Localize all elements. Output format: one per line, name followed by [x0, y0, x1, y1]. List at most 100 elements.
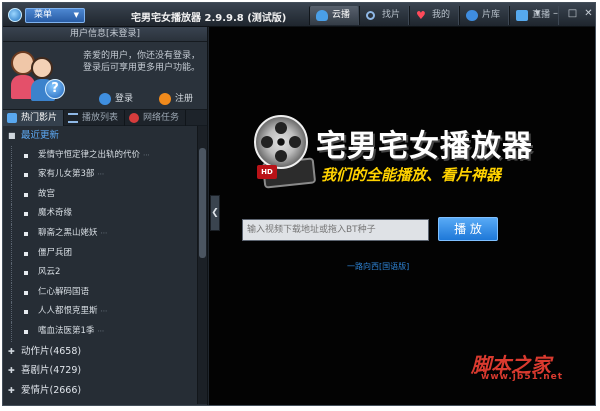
- tree-item[interactable]: 仁心解码国语: [11, 282, 207, 303]
- minimize-icon: –: [553, 8, 558, 19]
- bullet-icon: [24, 212, 28, 217]
- login-icon: [99, 93, 111, 105]
- bullet-icon: [24, 231, 28, 236]
- tree-item[interactable]: 人人都恨克里斯 ⋯: [11, 302, 207, 322]
- maximize-icon: □: [567, 8, 578, 19]
- left-panel: 用户信息[未登录] ? 亲爱的用户，你还没有登录，登录后可享用更多用户功能。 登…: [3, 27, 208, 405]
- scrollbar-thumb[interactable]: [199, 148, 206, 258]
- login-prompt: 亲爱的用户，你还没有登录，登录后可享用更多用户功能。: [83, 51, 201, 73]
- login-button[interactable]: 登录: [99, 92, 133, 106]
- bullet-icon: [24, 251, 28, 256]
- maximize-button[interactable]: □: [566, 8, 579, 21]
- film-reel-icon: [254, 115, 308, 169]
- search-icon: [366, 11, 376, 20]
- title-bar: 菜单 ▼ 宅男宅女播放器 2.9.9.8 (测试版) 云播 找片 ♥ 我的 片库: [3, 3, 595, 27]
- film-icon: [7, 113, 17, 123]
- tree-category-romance[interactable]: ✚ 爱情片(2666): [3, 381, 207, 401]
- bullet-icon: [24, 173, 28, 178]
- tree-item[interactable]: 魔术奇缘: [11, 204, 207, 224]
- left-tabs: 热门影片 播放列表 网络任务: [3, 110, 207, 126]
- item-more: ⋯: [97, 326, 105, 335]
- film-icon: [466, 10, 479, 21]
- watermark-url: www.jb51.net: [481, 372, 564, 382]
- app-logo-icon: [8, 8, 22, 22]
- tab-label: 热门影片: [21, 113, 58, 123]
- item-label: 僵尸兵团: [38, 247, 73, 258]
- app-title: 宅男宅女播放器 2.9.9.8 (测试版): [131, 13, 287, 24]
- tree-scrollbar[interactable]: [197, 126, 207, 404]
- bullet-icon: [24, 192, 28, 197]
- top-nav: 云播 找片 ♥ 我的 片库 直播: [309, 6, 560, 25]
- bullet-icon: [24, 153, 28, 158]
- item-label: 魔术奇缘: [38, 208, 73, 219]
- chevron-down-icon: ▼: [73, 11, 79, 19]
- menu-button[interactable]: 菜单 ▼: [8, 8, 85, 23]
- close-button[interactable]: ✕: [582, 8, 595, 21]
- sample-video-link[interactable]: 一路向西[国语版]: [347, 261, 409, 272]
- bullet-icon: [24, 271, 28, 276]
- collapse-panel-button[interactable]: ❮: [210, 195, 220, 231]
- login-label: 登录: [115, 94, 134, 104]
- tab-label: 云播: [332, 10, 351, 20]
- tab-hot-movies[interactable]: 热门影片: [3, 110, 65, 126]
- avatar: ?: [11, 49, 69, 105]
- player-area: HD 宅男宅女播放器 我们的全能播放、看片神器 播 放 一路向西[国语版] 脚本…: [209, 27, 595, 405]
- expand-icon[interactable]: ✚: [8, 342, 15, 362]
- tab-playlist[interactable]: 播放列表: [64, 110, 126, 126]
- bullet-icon: [24, 329, 28, 334]
- tab-find-movie[interactable]: 找片: [359, 6, 410, 25]
- movie-tree: ■ 最近更新 爱情守恒定律之出轨的代价 ⋯ 家有儿女第3部 ⋯ 故宫 魔术奇缘 聊斋…: [3, 126, 207, 404]
- tree-item[interactable]: 爱情守恒定律之出轨的代价 ⋯: [11, 145, 207, 166]
- tab-mine[interactable]: ♥ 我的: [409, 6, 460, 25]
- app-window: 菜单 ▼ 宅男宅女播放器 2.9.9.8 (测试版) 云播 找片 ♥ 我的 片库: [2, 2, 596, 406]
- tree-item[interactable]: 家有儿女第3部 ⋯: [11, 165, 207, 185]
- menu-label: 菜单: [34, 10, 53, 20]
- cloud-icon: [316, 10, 328, 21]
- tree-category-action[interactable]: ✚ 动作片(4658): [3, 342, 207, 362]
- tab-network-tasks[interactable]: 网络任务: [125, 110, 187, 126]
- item-label: 爱情守恒定律之出轨的代价: [38, 149, 141, 160]
- avatar-boy-head: [31, 57, 53, 79]
- tree-category-comedy[interactable]: ✚ 喜剧片(4729): [3, 361, 207, 381]
- tab-cloud-play[interactable]: 云播: [309, 6, 360, 25]
- tree-item[interactable]: 风云2: [11, 263, 207, 283]
- item-label: 故宫: [38, 188, 56, 199]
- item-more: ⋯: [100, 228, 108, 237]
- tree-category-recent[interactable]: ■ 最近更新: [3, 126, 207, 146]
- user-info-header: 用户信息[未登录]: [3, 27, 207, 42]
- register-button[interactable]: 注册: [159, 92, 193, 106]
- item-more: ⋯: [143, 150, 151, 159]
- list-icon: [68, 113, 79, 123]
- brand-slogan: 我们的全能播放、看片神器: [321, 166, 502, 184]
- help-icon[interactable]: ?: [45, 79, 65, 99]
- tree-item[interactable]: 嗜血法医第1季 ⋯: [11, 321, 207, 342]
- bullet-icon: [24, 290, 28, 295]
- tab-library[interactable]: 片库: [459, 6, 510, 25]
- item-more: ⋯: [100, 307, 108, 316]
- heart-icon: ♥: [416, 9, 426, 22]
- tv-icon: [516, 10, 529, 21]
- item-label: 风云2: [38, 267, 61, 278]
- tab-label: 我的: [432, 10, 451, 20]
- expand-icon[interactable]: ✚: [8, 361, 15, 381]
- video-url-input[interactable]: [242, 219, 429, 241]
- hd-badge: HD: [257, 165, 277, 179]
- tab-label: 找片: [382, 10, 401, 20]
- register-icon: [159, 93, 171, 105]
- tab-label: 网络任务: [143, 113, 180, 123]
- tree-item[interactable]: 故宫: [11, 184, 207, 205]
- minimize-button[interactable]: –: [549, 8, 562, 21]
- play-button[interactable]: 播 放: [438, 217, 498, 241]
- chevron-left-icon: ❮: [211, 208, 219, 218]
- tree-item[interactable]: 聊斋之黑山姥妖 ⋯: [11, 223, 207, 244]
- tab-label: 片库: [482, 10, 501, 20]
- tree-item[interactable]: 僵尸兵团: [11, 243, 207, 264]
- collapse-icon[interactable]: ■: [8, 126, 16, 146]
- download-icon: [129, 113, 140, 123]
- user-info-box: ? 亲爱的用户，你还没有登录，登录后可享用更多用户功能。 登录 注册: [3, 42, 207, 110]
- close-icon: ✕: [584, 8, 593, 19]
- expand-icon[interactable]: ✚: [8, 381, 15, 401]
- skin-button[interactable]: ▾: [531, 8, 544, 21]
- shirt-icon: ▾: [534, 8, 541, 19]
- item-more: ⋯: [97, 170, 105, 179]
